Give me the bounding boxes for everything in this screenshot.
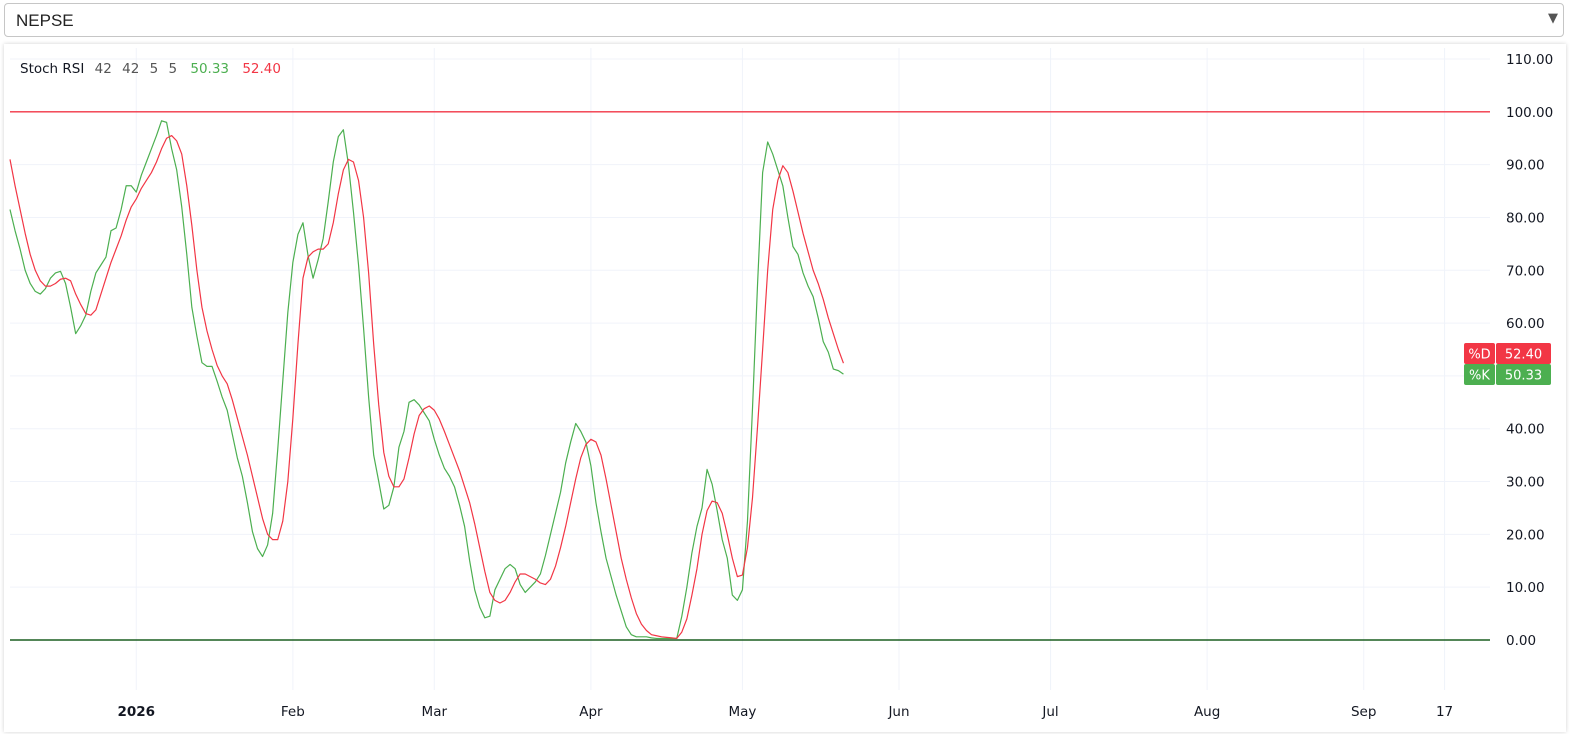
y-tick-label: 80.00 xyxy=(1506,210,1545,226)
d-tag-value: 52.40 xyxy=(1505,348,1542,363)
series-line-d xyxy=(9,134,845,640)
legend-param-4: 5 xyxy=(168,61,177,77)
y-tick-label: 40.00 xyxy=(1506,422,1545,438)
legend-param-2: 42 xyxy=(122,61,139,77)
legend-param-1: 42 xyxy=(95,61,112,77)
d-value-tag: %D 52.40 xyxy=(1464,343,1551,364)
x-tick-label: Sep xyxy=(1351,704,1376,720)
svg-text:Stoch RSI 42 42: Stoch RSI 42 42 5 5 50.33 52.40 xyxy=(20,61,281,77)
legend-name: Stoch RSI xyxy=(20,61,84,77)
k-value-tag: %K 50.33 xyxy=(1464,364,1551,385)
x-tick-label: Jul xyxy=(1041,704,1058,720)
legend-d-value: 52.40 xyxy=(242,61,281,77)
y-tick-label: 20.00 xyxy=(1506,527,1545,543)
x-tick-label: Apr xyxy=(579,704,603,720)
y-tick-label: 30.00 xyxy=(1506,475,1545,491)
legend: Stoch RSI 42 42 5 5 50.33 52.40 xyxy=(20,61,281,77)
y-tick-label: 0.00 xyxy=(1506,633,1536,649)
x-tick-label: 2026 xyxy=(117,704,155,720)
legend-k-value: 50.33 xyxy=(190,61,229,77)
k-tag-value: 50.33 xyxy=(1505,369,1542,384)
y-tick-label: 60.00 xyxy=(1506,316,1545,332)
x-tick-label: May xyxy=(728,704,756,720)
x-tick-label: Feb xyxy=(281,704,305,720)
chart-series xyxy=(9,120,845,640)
y-tick-label: 100.00 xyxy=(1506,105,1553,121)
x-tick-label: Aug xyxy=(1194,704,1220,720)
y-tick-label: 90.00 xyxy=(1506,158,1545,174)
k-tag-label: %K xyxy=(1469,369,1490,384)
x-tick-label: Jun xyxy=(887,704,909,720)
x-axis: 2026 Feb Mar Apr May Jun Jul Aug Sep 17 xyxy=(117,704,1453,720)
x-tick-label: Mar xyxy=(422,704,448,720)
y-tick-label: 70.00 xyxy=(1506,263,1545,279)
series-line-k xyxy=(9,120,844,640)
chart-grid xyxy=(10,48,1490,690)
x-tick-label: 17 xyxy=(1436,704,1453,720)
y-tick-label: 110.00 xyxy=(1506,52,1553,68)
stoch-rsi-chart[interactable]: 110.00 100.00 90.00 80.00 70.00 60.00 5 0.00 40.… xyxy=(0,0,1570,734)
y-tick-label: 10.00 xyxy=(1506,580,1545,596)
d-tag-label: %D xyxy=(1468,348,1490,363)
legend-param-3: 5 xyxy=(150,61,159,77)
